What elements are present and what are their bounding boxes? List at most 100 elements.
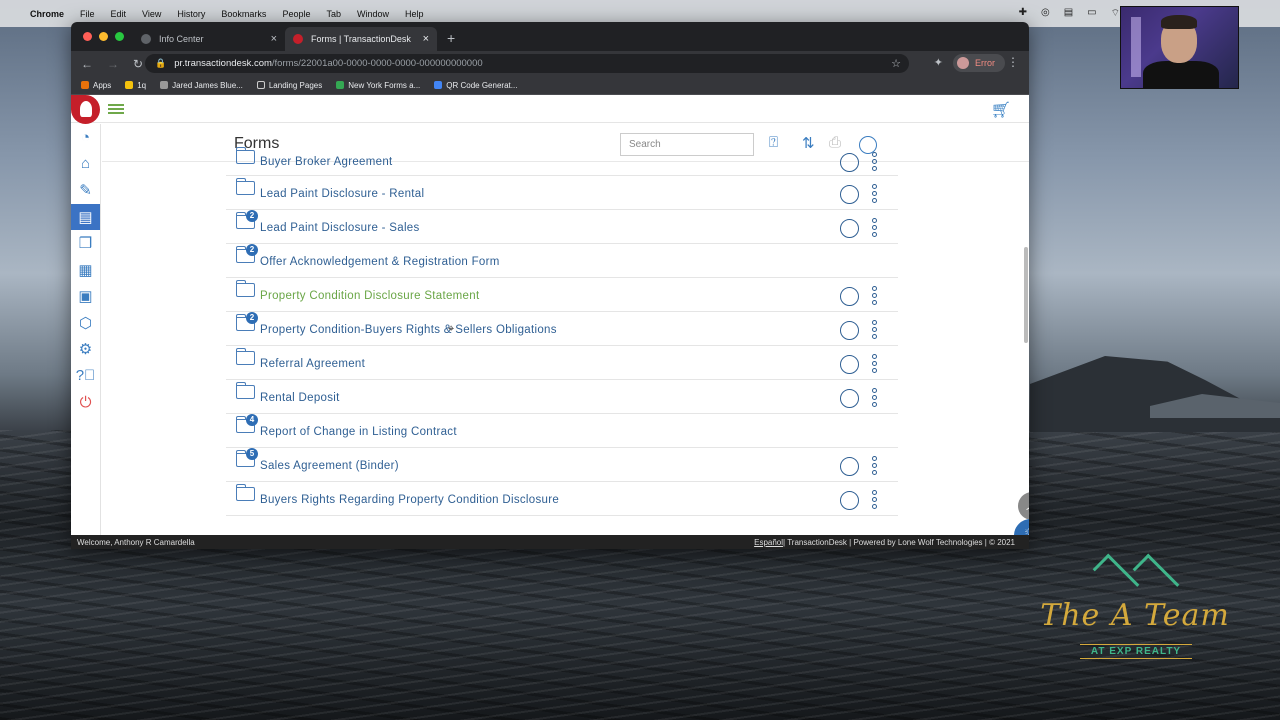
form-name-link[interactable]: Rental Deposit (260, 392, 340, 404)
puzzle-status-icon[interactable]: ✚ (1019, 7, 1027, 20)
new-tab-button[interactable]: + (447, 27, 455, 51)
wifi-icon[interactable]: ⌔ (1111, 7, 1120, 20)
minimize-window-button[interactable] (99, 32, 108, 41)
form-name-link[interactable]: Offer Acknowledgement & Registration For… (260, 256, 500, 268)
sidebar-item-home[interactable]: ⌂ (71, 151, 100, 178)
tab-info-center[interactable]: Info Center × (133, 27, 285, 51)
form-name-link[interactable]: Buyers Rights Regarding Property Conditi… (260, 494, 559, 506)
menu-history[interactable]: History (177, 9, 205, 19)
tab-forms[interactable]: Forms | TransactionDesk × (285, 27, 437, 51)
more-options-icon[interactable] (872, 184, 878, 203)
hamburger-menu-icon[interactable] (108, 104, 124, 114)
select-circle[interactable] (840, 321, 859, 340)
form-name-link[interactable]: Buyer Broker Agreement (260, 156, 393, 168)
browser-menu-icon[interactable]: ⋮ (1007, 55, 1019, 69)
sidebar-item-sign[interactable]: ✎ (71, 177, 100, 204)
list-item[interactable]: 2 Offer Acknowledgement & Registration Fo… (226, 244, 898, 278)
bookmark-qr-code[interactable]: QR Code Generat... (434, 81, 517, 90)
close-tab-icon[interactable]: × (423, 33, 429, 45)
list-item[interactable]: Buyers Rights Regarding Property Conditi… (226, 482, 898, 516)
sort-icon[interactable]: ⇅ (802, 134, 815, 152)
list-item[interactable]: 2 Property Condition-Buyers Rights & Sell… (226, 312, 898, 346)
form-name-link[interactable]: Report of Change in Listing Contract (260, 426, 457, 438)
welcome-text: Welcome, Anthony R Camardella (77, 537, 195, 547)
menu-tab[interactable]: Tab (326, 9, 341, 19)
select-circle[interactable] (840, 355, 859, 374)
sidebar-item-contacts[interactable]: ▣ (71, 283, 100, 310)
select-circle[interactable] (840, 219, 859, 238)
menu-bookmarks[interactable]: Bookmarks (221, 9, 266, 19)
sidebar-item-help[interactable]: ?⃝ (71, 363, 100, 390)
close-window-button[interactable] (83, 32, 92, 41)
menu-help[interactable]: Help (405, 9, 424, 19)
form-name-link[interactable]: Property Condition Disclosure Statement (260, 290, 479, 302)
list-item[interactable]: Referral Agreement (226, 346, 898, 380)
bookmark-star-icon[interactable]: ☆ (891, 57, 901, 70)
bookmark-ny-forms[interactable]: New York Forms a... (336, 81, 420, 90)
bookmark-jared-james[interactable]: Jared James Blue... (160, 81, 243, 90)
scrollbar-thumb[interactable] (1024, 247, 1028, 343)
list-item[interactable]: 4 Report of Change in Listing Contract (226, 414, 898, 448)
lock-icon[interactable]: 🔒 (155, 58, 166, 69)
select-circle[interactable] (840, 153, 859, 172)
sidebar-item-calendar[interactable]: ▦ (71, 257, 100, 284)
more-options-icon[interactable] (872, 320, 878, 339)
url-field[interactable]: 🔒 pr.transactiondesk.com /forms/22001a00… (145, 54, 909, 73)
sidebar-item-transactions[interactable]: ❒ (71, 230, 100, 257)
cart-icon[interactable]: 🛒︎ (991, 100, 1011, 120)
form-name-link[interactable]: Sales Agreement (Binder) (260, 460, 399, 472)
forward-icon[interactable]: → (107, 57, 119, 71)
help-screen-icon[interactable]: ⍰ (769, 134, 778, 151)
list-item[interactable]: 5 Sales Agreement (Binder) (226, 448, 898, 482)
menu-people[interactable]: People (282, 9, 310, 19)
zoom-window-button[interactable] (115, 32, 124, 41)
list-item[interactable]: Lead Paint Disclosure - Rental (226, 176, 898, 210)
lone-wolf-logo[interactable] (71, 95, 100, 124)
language-link[interactable]: Español (754, 538, 783, 547)
form-name-link[interactable]: Lead Paint Disclosure - Sales (260, 222, 420, 234)
back-icon[interactable]: ← (81, 57, 93, 71)
select-circle[interactable] (840, 185, 859, 204)
list-item[interactable]: Buyer Broker Agreement (226, 147, 898, 176)
sidebar-item-deals[interactable]: ⬡ (71, 310, 100, 337)
form-name-link[interactable]: Lead Paint Disclosure - Rental (260, 188, 424, 200)
select-circle[interactable] (840, 389, 859, 408)
more-options-icon[interactable] (872, 218, 878, 237)
bookmark-landing-pages[interactable]: Landing Pages (256, 81, 322, 90)
menu-window[interactable]: Window (357, 9, 389, 19)
more-options-icon[interactable] (872, 388, 878, 407)
sidebar-item-logout[interactable]: ⏻ (71, 389, 100, 416)
scrollbar[interactable] (1023, 124, 1029, 535)
more-options-icon[interactable] (872, 286, 878, 305)
list-item[interactable]: Rental Deposit (226, 380, 898, 414)
list-item[interactable]: 2 Lead Paint Disclosure - Sales (226, 210, 898, 244)
print-icon[interactable]: ⎙ (829, 134, 841, 151)
list-item[interactable]: Property Condition Disclosure Statement (226, 278, 898, 312)
menu-app-name[interactable]: Chrome (30, 9, 64, 19)
sync-status-icon[interactable]: ◎ (1041, 7, 1050, 20)
more-options-icon[interactable] (872, 152, 878, 171)
more-options-icon[interactable] (872, 490, 878, 509)
more-options-icon[interactable] (872, 456, 878, 475)
menu-view[interactable]: View (142, 9, 161, 19)
reload-icon[interactable]: ↻ (133, 57, 143, 71)
form-name-link[interactable]: Referral Agreement (260, 358, 365, 370)
profile-error-button[interactable]: Error (953, 54, 1005, 72)
search-input[interactable]: Search (620, 133, 754, 156)
battery-icon[interactable]: ▭ (1087, 7, 1096, 20)
keyboard-status-icon[interactable]: ▤ (1064, 7, 1073, 20)
sidebar-item-forms[interactable]: ▤ (71, 203, 100, 230)
sidebar-item-settings[interactable]: ⚙ (71, 336, 100, 363)
sidebar-item-dashboard[interactable]: ◔ (71, 124, 100, 151)
bookmark-apps[interactable]: Apps (81, 81, 111, 90)
extensions-puzzle-icon[interactable]: ✦ (934, 56, 943, 69)
menu-file[interactable]: File (80, 9, 95, 19)
form-name-link[interactable]: Property Condition-Buyers Rights & Selle… (260, 324, 557, 336)
select-circle[interactable] (840, 457, 859, 476)
more-options-icon[interactable] (872, 354, 878, 373)
menu-edit[interactable]: Edit (111, 9, 127, 19)
close-tab-icon[interactable]: × (271, 33, 277, 45)
bookmark-1q[interactable]: 1q (125, 81, 146, 90)
select-circle[interactable] (840, 287, 859, 306)
select-circle[interactable] (840, 491, 859, 510)
